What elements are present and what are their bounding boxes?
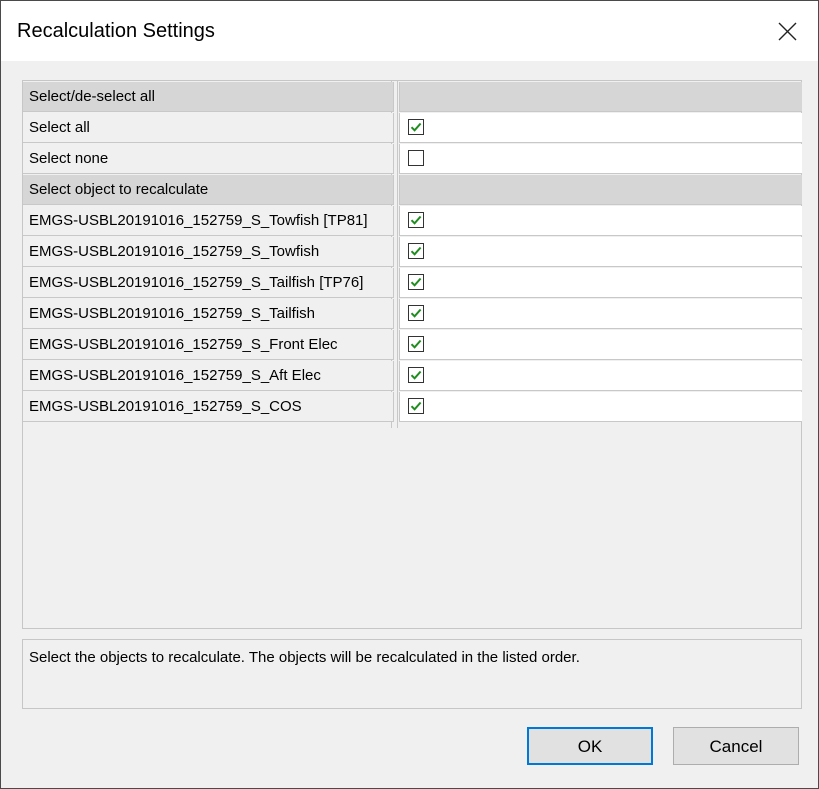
description-panel: Select the objects to recalculate. The o… [22, 639, 802, 709]
property-value-cell[interactable] [399, 361, 802, 391]
property-row: EMGS-USBL20191016_152759_S_Aft Elec [23, 361, 802, 392]
property-label[interactable]: EMGS-USBL20191016_152759_S_Towfish [23, 237, 394, 267]
cancel-button[interactable]: Cancel [673, 727, 799, 765]
category-value-cell [399, 82, 802, 112]
property-row: EMGS-USBL20191016_152759_S_Towfish [TP81… [23, 206, 802, 237]
category-label: Select object to recalculate [23, 175, 394, 205]
category-label: Select/de-select all [23, 82, 394, 112]
property-label[interactable]: Select none [23, 144, 394, 174]
property-value-cell[interactable] [399, 113, 802, 143]
checkmark-icon [410, 122, 422, 132]
category-row: Select/de-select all [23, 82, 802, 113]
property-label[interactable]: EMGS-USBL20191016_152759_S_Front Elec [23, 330, 394, 360]
checkmark-icon [410, 246, 422, 256]
property-value-cell[interactable] [399, 392, 802, 422]
checkbox[interactable] [408, 274, 424, 290]
property-row: Select all [23, 113, 802, 144]
checkmark-icon [410, 339, 422, 349]
checkmark-icon [410, 370, 422, 380]
checkmark-icon [410, 401, 422, 411]
checkmark-icon [410, 215, 422, 225]
close-icon [778, 22, 797, 41]
property-value-cell[interactable] [399, 144, 802, 174]
checkbox[interactable] [408, 336, 424, 352]
property-row: EMGS-USBL20191016_152759_S_COS [23, 392, 802, 423]
category-value-cell [399, 175, 802, 205]
checkbox[interactable] [408, 150, 424, 166]
checkbox[interactable] [408, 212, 424, 228]
checkmark-icon [410, 308, 422, 318]
dialog-title: Recalculation Settings [17, 20, 215, 42]
property-label[interactable]: EMGS-USBL20191016_152759_S_COS [23, 392, 394, 422]
property-row: EMGS-USBL20191016_152759_S_Front Elec [23, 330, 802, 361]
property-label[interactable]: Select all [23, 113, 394, 143]
property-value-cell[interactable] [399, 268, 802, 298]
property-row: EMGS-USBL20191016_152759_S_Tailfish [23, 299, 802, 330]
property-label[interactable]: EMGS-USBL20191016_152759_S_Tailfish [23, 299, 394, 329]
property-value-cell[interactable] [399, 237, 802, 267]
property-value-cell[interactable] [399, 330, 802, 360]
property-row: EMGS-USBL20191016_152759_S_Tailfish [TP7… [23, 268, 802, 299]
title-bar: Recalculation Settings [1, 1, 818, 61]
checkbox[interactable] [408, 398, 424, 414]
property-grid: Select/de-select all Select all Select non… [22, 80, 802, 629]
property-value-cell[interactable] [399, 206, 802, 236]
checkmark-icon [410, 277, 422, 287]
close-button[interactable] [767, 15, 807, 49]
checkbox[interactable] [408, 243, 424, 259]
checkbox[interactable] [408, 119, 424, 135]
property-label[interactable]: EMGS-USBL20191016_152759_S_Tailfish [TP7… [23, 268, 394, 298]
recalculation-settings-dialog: Recalculation Settings Select/de-select … [0, 0, 819, 789]
property-row: EMGS-USBL20191016_152759_S_Towfish [23, 237, 802, 268]
property-value-cell[interactable] [399, 299, 802, 329]
property-label[interactable]: EMGS-USBL20191016_152759_S_Aft Elec [23, 361, 394, 391]
category-row: Select object to recalculate [23, 175, 802, 206]
checkbox[interactable] [408, 305, 424, 321]
ok-button[interactable]: OK [527, 727, 653, 765]
property-row: Select none [23, 144, 802, 175]
property-label[interactable]: EMGS-USBL20191016_152759_S_Towfish [TP81… [23, 206, 394, 236]
description-text: Select the objects to recalculate. The o… [29, 649, 580, 666]
checkbox[interactable] [408, 367, 424, 383]
